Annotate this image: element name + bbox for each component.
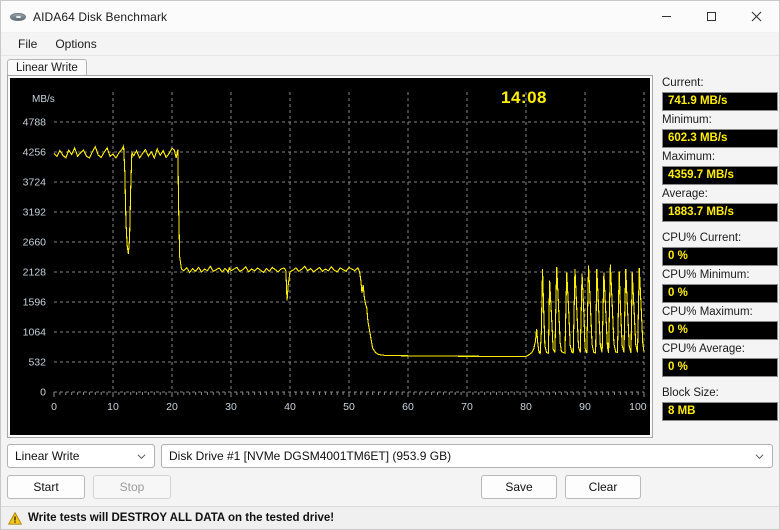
test-type-value: Linear Write (15, 449, 80, 463)
drive-select[interactable]: Disk Drive #1 [NVMe DGSM4001TM6ET] (953.… (161, 444, 773, 468)
warning-text: Write tests will DESTROY ALL DATA on the… (28, 512, 335, 524)
chart-panel: MB/s 0 532 1064 1596 2128 2660 3192 3724 4256 4788… (7, 75, 653, 438)
svg-text:0: 0 (51, 401, 57, 413)
stat-value-minimum: 602.3 MB/s (662, 129, 778, 148)
svg-text:80: 80 (520, 401, 532, 413)
stat-label-block-size: Block Size: (662, 387, 719, 399)
svg-text:50: 50 (343, 401, 355, 413)
clear-button[interactable]: Clear (565, 475, 641, 499)
save-button[interactable]: Save (481, 475, 557, 499)
svg-text:30: 30 (225, 401, 237, 413)
stat-maximum: Maximum: 4359.7 MB/s (662, 150, 778, 185)
benchmark-chart-svg: MB/s 0 532 1064 1596 2128 2660 3192 3724 4256 4788… (23, 92, 650, 413)
stat-value-cpu-maximum: 0 % (662, 321, 778, 340)
svg-text:MB/s: MB/s (32, 94, 55, 105)
menu-item-options[interactable]: Options (46, 35, 105, 54)
stat-label-cpu-average: CPU% Average: (662, 343, 745, 355)
maximize-button[interactable] (689, 1, 734, 32)
svg-text:3724: 3724 (23, 177, 47, 189)
stat-average: Average: 1883.7 MB/s (662, 187, 778, 222)
drive-value: Disk Drive #1 [NVMe DGSM4001TM6ET] (953.… (169, 449, 452, 463)
button-row: Start Stop Save Clear (7, 475, 773, 499)
stat-cpu-minimum: CPU% Minimum: 0 % (662, 268, 778, 303)
stat-label-maximum: Maximum: (662, 151, 716, 163)
svg-text:70: 70 (461, 401, 473, 413)
stat-cpu-maximum: CPU% Maximum: 0 % (662, 305, 778, 340)
svg-text:60: 60 (402, 401, 414, 413)
svg-text:10: 10 (107, 401, 119, 413)
control-bar: Linear Write Disk Drive #1 [NVMe DGSM400… (1, 438, 779, 499)
close-button[interactable] (734, 1, 779, 32)
aida64-disk-benchmark-window: AIDA64 Disk Benchmark File Options Linea… (0, 0, 780, 530)
svg-text:4256: 4256 (23, 147, 47, 159)
stat-value-cpu-current: 0 % (662, 247, 778, 266)
svg-text:1064: 1064 (23, 327, 47, 339)
svg-text:40: 40 (284, 401, 296, 413)
stat-value-maximum: 4359.7 MB/s (662, 166, 778, 185)
disk-icon (10, 9, 26, 25)
stat-minimum: Minimum: 602.3 MB/s (662, 113, 778, 148)
svg-text:3192: 3192 (23, 207, 47, 219)
svg-text:532: 532 (28, 357, 46, 369)
svg-text:2128: 2128 (23, 267, 47, 279)
window-title: AIDA64 Disk Benchmark (33, 9, 168, 24)
test-type-select[interactable]: Linear Write (7, 444, 155, 468)
stat-label-average: Average: (662, 188, 708, 200)
menu-bar: File Options (1, 33, 779, 56)
svg-text:1596: 1596 (23, 297, 47, 309)
svg-text:0: 0 (40, 387, 46, 399)
stat-label-minimum: Minimum: (662, 114, 712, 126)
elapsed-timer: 14:08 (501, 88, 547, 107)
svg-text:90: 90 (579, 401, 591, 413)
start-button[interactable]: Start (7, 475, 85, 499)
stat-value-block-size: 8 MB (662, 402, 778, 421)
stat-label-cpu-current: CPU% Current: (662, 232, 742, 244)
svg-text:4788: 4788 (23, 117, 47, 129)
chevron-down-icon (137, 453, 146, 459)
stat-value-cpu-average: 0 % (662, 358, 778, 377)
statistics-sidebar: Current: 741.9 MB/s Minimum: 602.3 MB/s Maxi… (653, 75, 778, 438)
selector-row: Linear Write Disk Drive #1 [NVMe DGSM400… (7, 444, 773, 468)
stat-label-cpu-minimum: CPU% Minimum: (662, 269, 750, 281)
benchmark-plot: MB/s 0 532 1064 1596 2128 2660 3192 3724 4256 4788… (10, 78, 650, 435)
title-bar: AIDA64 Disk Benchmark (1, 1, 779, 33)
stat-value-current: 741.9 MB/s (662, 92, 778, 111)
tab-strip: Linear Write (1, 56, 779, 76)
stat-value-cpu-minimum: 0 % (662, 284, 778, 303)
window-controls (644, 1, 779, 32)
svg-text:20: 20 (166, 401, 178, 413)
stat-cpu-current: CPU% Current: 0 % (662, 231, 778, 266)
svg-text:100 %: 100 % (629, 401, 650, 413)
tab-linear-write[interactable]: Linear Write (7, 59, 87, 76)
svg-text:2660: 2660 (23, 237, 47, 249)
stat-label-current: Current: (662, 77, 704, 89)
stat-value-average: 1883.7 MB/s (662, 203, 778, 222)
stop-button: Stop (93, 475, 171, 499)
stat-label-cpu-maximum: CPU% Maximum: (662, 306, 753, 318)
stat-block-size: Block Size: 8 MB (662, 386, 778, 421)
stat-cpu-average: CPU% Average: 0 % (662, 342, 778, 377)
chevron-down-icon (755, 453, 764, 459)
stat-current: Current: 741.9 MB/s (662, 76, 778, 111)
menu-item-file[interactable]: File (9, 35, 46, 54)
warning-bar: Write tests will DESTROY ALL DATA on the… (1, 506, 779, 529)
warning-triangle-icon (8, 511, 22, 525)
minimize-button[interactable] (644, 1, 689, 32)
main-body: MB/s 0 532 1064 1596 2128 2660 3192 3724 4256 4788… (1, 75, 779, 438)
